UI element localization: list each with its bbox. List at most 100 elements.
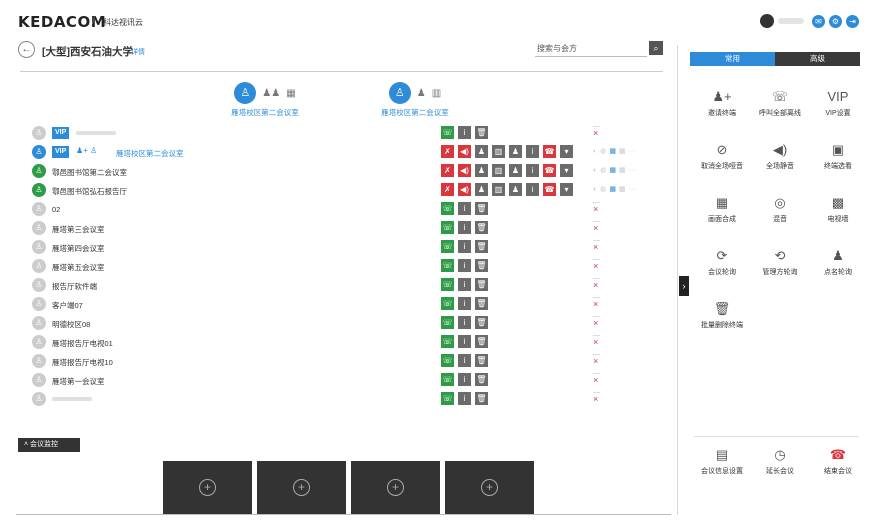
delete-button[interactable]: 🗑 bbox=[475, 126, 488, 139]
select-view-button[interactable]: ♟ bbox=[475, 183, 488, 196]
delete-button[interactable]: 🗑 bbox=[475, 354, 488, 367]
logout-icon[interactable]: ⇥ bbox=[846, 14, 859, 28]
hangup-button[interactable]: ☎ bbox=[543, 183, 556, 196]
participant-row[interactable]: ♙ 鄠邑图书馆弘石报告厅 ✗ ◀) ♟ ▥ ♟ i ☎ ▾ ◐ ◍ ▦ ▦ ··· bbox=[32, 183, 657, 199]
layout-icon[interactable]: ▦ bbox=[609, 166, 616, 174]
call-button[interactable]: ☏ bbox=[441, 316, 454, 329]
info-button[interactable]: i bbox=[458, 126, 471, 139]
info-button[interactable]: i bbox=[458, 316, 471, 329]
layout-icon[interactable]: ▦ bbox=[609, 185, 616, 193]
camera-icon[interactable]: ◐ bbox=[593, 167, 597, 174]
detail-link[interactable]: 详情 bbox=[131, 47, 145, 57]
grid-icon[interactable]: ▦ bbox=[619, 147, 626, 155]
delete-button[interactable]: 🗑 bbox=[475, 392, 488, 405]
presenter-button[interactable]: ♟ bbox=[509, 164, 522, 177]
message-icon[interactable]: ✉ bbox=[812, 14, 825, 28]
delete-button[interactable]: 🗑 bbox=[475, 202, 488, 215]
participant-row[interactable]: ♙ 雁塔第三会议室 ☏ i 🗑 × bbox=[32, 221, 657, 237]
participant-row[interactable]: ♙ 雁塔第四会议室 ☏ i 🗑 × bbox=[32, 240, 657, 256]
action-clock[interactable]: ◷ 延长会议 bbox=[752, 444, 808, 484]
participant-row[interactable]: ♙ 02 ☏ i 🗑 × bbox=[32, 202, 657, 218]
call-button[interactable]: ☏ bbox=[441, 373, 454, 386]
delete-button[interactable]: 🗑 bbox=[475, 259, 488, 272]
participant-row[interactable]: ♙ 报告厅软件端 ☏ i 🗑 × bbox=[32, 278, 657, 294]
participant-row[interactable]: ♙ 雁塔报告厅电视10 ☏ i 🗑 × bbox=[32, 354, 657, 370]
info-button[interactable]: i bbox=[526, 164, 539, 177]
user-avatar[interactable] bbox=[760, 14, 774, 28]
participant-row[interactable]: ♙ 雁塔第一会议室 ☏ i 🗑 × bbox=[32, 373, 657, 389]
presenter-button[interactable]: ♟ bbox=[509, 183, 522, 196]
mute-mic-button[interactable]: ✗ bbox=[441, 183, 454, 196]
action-mic-mute[interactable]: ⊘ 取消全场哑音 bbox=[694, 139, 750, 179]
call-button[interactable]: ☏ bbox=[441, 278, 454, 291]
action-hangup[interactable]: ☎ 结束会议 bbox=[810, 444, 866, 484]
user-name[interactable] bbox=[778, 18, 804, 24]
globe-icon[interactable]: ◍ bbox=[600, 185, 606, 193]
delete-button[interactable]: 🗑 bbox=[475, 316, 488, 329]
tab-advanced[interactable]: 高级 bbox=[775, 52, 860, 66]
grid-icon[interactable]: ▦ bbox=[619, 185, 626, 193]
more-button[interactable]: ▾ bbox=[560, 145, 573, 158]
monitor-slot[interactable]: + bbox=[445, 461, 534, 514]
globe-icon[interactable]: ◍ bbox=[600, 147, 606, 155]
action-rollcall[interactable]: ♟ 点名轮询 bbox=[810, 245, 866, 285]
action-terminal-view[interactable]: ▣ 终端选看 bbox=[810, 139, 866, 179]
participant-row[interactable]: ♙ VIP ☏ i 🗑 × bbox=[32, 126, 657, 142]
action-settings-doc[interactable]: ▤ 会议信息设置 bbox=[694, 444, 750, 484]
delete-button[interactable]: 🗑 bbox=[475, 297, 488, 310]
info-button[interactable]: i bbox=[526, 183, 539, 196]
more-icon[interactable]: ··· bbox=[629, 186, 636, 193]
action-mix[interactable]: ◎ 混音 bbox=[752, 192, 808, 232]
presenter-button[interactable]: ♟ bbox=[509, 145, 522, 158]
call-button[interactable]: ☏ bbox=[441, 240, 454, 253]
monitor-toggle[interactable]: ˄ 会议监控 bbox=[18, 438, 80, 452]
call-button[interactable]: ☏ bbox=[441, 392, 454, 405]
participant-row[interactable]: ♙ 鄠邑图书馆第二会议室 ✗ ◀) ♟ ▥ ♟ i ☎ ▾ ◐ ◍ ▦ ▦ ··· bbox=[32, 164, 657, 180]
camera-icon[interactable]: ◐ bbox=[593, 186, 597, 193]
call-button[interactable]: ☏ bbox=[441, 126, 454, 139]
info-button[interactable]: i bbox=[458, 335, 471, 348]
participant-row[interactable]: ♙ ☏ i 🗑 × bbox=[32, 392, 657, 408]
back-button[interactable]: ← bbox=[18, 41, 35, 58]
delete-button[interactable]: 🗑 bbox=[475, 373, 488, 386]
hangup-button[interactable]: ☎ bbox=[543, 164, 556, 177]
participant-row[interactable]: ♙ 明德校区08 ☏ i 🗑 × bbox=[32, 316, 657, 332]
tab-common[interactable]: 常用 bbox=[690, 52, 775, 66]
info-button[interactable]: i bbox=[458, 278, 471, 291]
delete-button[interactable]: 🗑 bbox=[475, 240, 488, 253]
action-trash[interactable]: 🗑 批量删除终端 bbox=[694, 298, 750, 338]
monitor-slot[interactable]: + bbox=[257, 461, 346, 514]
action-vip[interactable]: VIP VIP设置 bbox=[810, 86, 866, 126]
action-manager-poll[interactable]: ⟲ 管理方轮询 bbox=[752, 245, 808, 285]
delete-button[interactable]: 🗑 bbox=[475, 221, 488, 234]
participant-row[interactable]: ♙ 雁塔报告厅电视01 ☏ i 🗑 × bbox=[32, 335, 657, 351]
channel-secondary[interactable]: ♙ ♟ ▥ 雁塔校区第二会议室 bbox=[365, 82, 465, 118]
call-button[interactable]: ☏ bbox=[441, 202, 454, 215]
participant-row[interactable]: ♙ 客户端07 ☏ i 🗑 × bbox=[32, 297, 657, 313]
stats-button[interactable]: ▥ bbox=[492, 145, 505, 158]
delete-button[interactable]: 🗑 bbox=[475, 278, 488, 291]
search-icon[interactable]: ⌕ bbox=[649, 41, 663, 55]
info-button[interactable]: i bbox=[458, 354, 471, 367]
action-poll[interactable]: ⟳ 会议轮询 bbox=[694, 245, 750, 285]
search-input[interactable] bbox=[535, 41, 647, 57]
gear-icon[interactable]: ⚙ bbox=[829, 14, 842, 28]
info-button[interactable]: i bbox=[458, 240, 471, 253]
speaker-button[interactable]: ◀) bbox=[458, 183, 471, 196]
action-invite[interactable]: ♟+ 邀请终端 bbox=[694, 86, 750, 126]
more-icon[interactable]: ··· bbox=[629, 167, 636, 174]
stats-button[interactable]: ▥ bbox=[492, 164, 505, 177]
call-button[interactable]: ☏ bbox=[441, 297, 454, 310]
layout-icon[interactable]: ▦ bbox=[609, 147, 616, 155]
info-button[interactable]: i bbox=[526, 145, 539, 158]
info-button[interactable]: i bbox=[458, 221, 471, 234]
info-button[interactable]: i bbox=[458, 373, 471, 386]
info-button[interactable]: i bbox=[458, 392, 471, 405]
participant-row[interactable]: ♙ 雁塔第五会议室 ☏ i 🗑 × bbox=[32, 259, 657, 275]
more-button[interactable]: ▾ bbox=[560, 164, 573, 177]
info-button[interactable]: i bbox=[458, 202, 471, 215]
monitor-slot[interactable]: + bbox=[163, 461, 252, 514]
call-button[interactable]: ☏ bbox=[441, 259, 454, 272]
monitor-slot[interactable]: + bbox=[351, 461, 440, 514]
more-icon[interactable]: ··· bbox=[629, 148, 636, 155]
